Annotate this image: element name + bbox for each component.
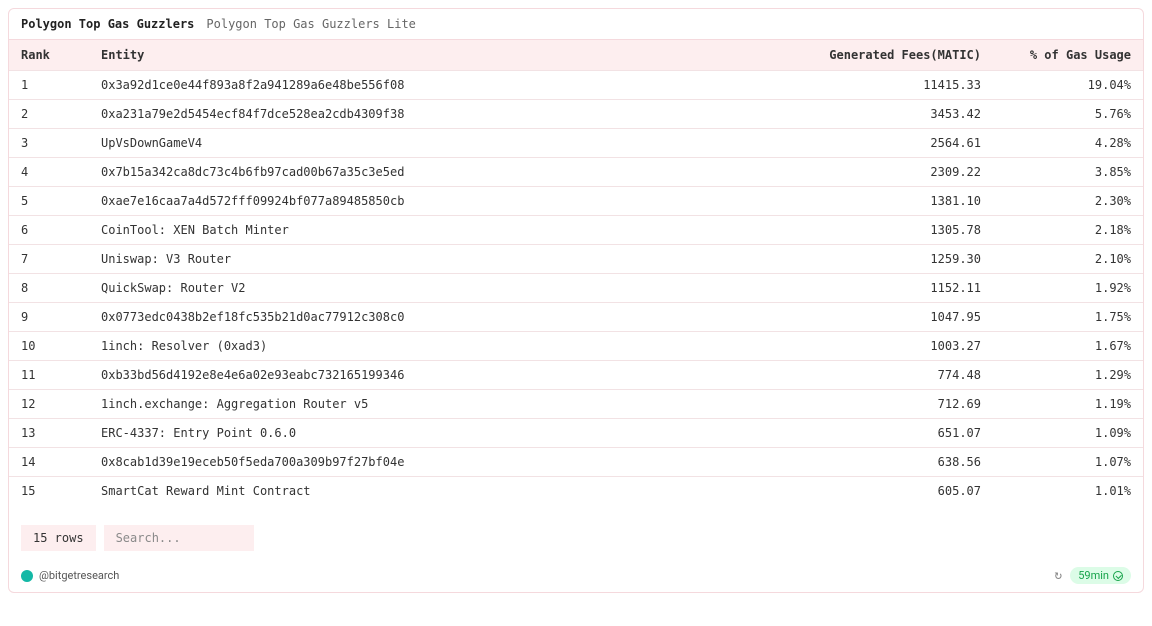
check-icon [1113, 571, 1123, 581]
cell-rank: 4 [9, 158, 89, 187]
col-header-entity[interactable]: Entity [89, 40, 793, 71]
table-row[interactable]: 3UpVsDownGameV42564.614.28% [9, 129, 1143, 158]
cell-rank: 3 [9, 129, 89, 158]
cell-entity: Uniswap: V3 Router [89, 245, 793, 274]
cell-pct: 1.75% [993, 303, 1143, 332]
cell-rank: 9 [9, 303, 89, 332]
cell-rank: 2 [9, 100, 89, 129]
attribution-handle: @bitgetresearch [39, 569, 119, 582]
cell-pct: 2.10% [993, 245, 1143, 274]
cell-fees: 2309.22 [793, 158, 993, 187]
bottom-bar: @bitgetresearch ↻ 59min [9, 561, 1143, 592]
cell-rank: 7 [9, 245, 89, 274]
right-status: ↻ 59min [1054, 567, 1131, 584]
cell-pct: 1.92% [993, 274, 1143, 303]
col-header-rank[interactable]: Rank [9, 40, 89, 71]
time-text: 59min [1078, 569, 1109, 582]
cell-entity: SmartCat Reward Mint Contract [89, 477, 793, 506]
table-row[interactable]: 101inch: Resolver (0xad3)1003.271.67% [9, 332, 1143, 361]
cell-rank: 15 [9, 477, 89, 506]
cell-fees: 2564.61 [793, 129, 993, 158]
cell-rank: 13 [9, 419, 89, 448]
cell-fees: 651.07 [793, 419, 993, 448]
cell-pct: 4.28% [993, 129, 1143, 158]
table-row[interactable]: 10x3a92d1ce0e44f893a8f2a941289a6e48be556… [9, 71, 1143, 100]
cell-pct: 5.76% [993, 100, 1143, 129]
cell-pct: 1.67% [993, 332, 1143, 361]
cell-fees: 1381.10 [793, 187, 993, 216]
cell-fees: 712.69 [793, 390, 993, 419]
cell-entity: UpVsDownGameV4 [89, 129, 793, 158]
cell-entity: 0x7b15a342ca8dc73c4b6fb97cad00b67a35c3e5… [89, 158, 793, 187]
cell-entity: 1inch: Resolver (0xad3) [89, 332, 793, 361]
cell-entity: ERC-4337: Entry Point 0.6.0 [89, 419, 793, 448]
cell-entity: 0xa231a79e2d5454ecf84f7dce528ea2cdb4309f… [89, 100, 793, 129]
refresh-icon[interactable]: ↻ [1054, 568, 1062, 583]
cell-entity: CoinTool: XEN Batch Minter [89, 216, 793, 245]
cell-fees: 3453.42 [793, 100, 993, 129]
cell-rank: 6 [9, 216, 89, 245]
table-row[interactable]: 20xa231a79e2d5454ecf84f7dce528ea2cdb4309… [9, 100, 1143, 129]
cell-entity: 0x8cab1d39e19eceb50f5eda700a309b97f27bf0… [89, 448, 793, 477]
cell-rank: 8 [9, 274, 89, 303]
cell-pct: 1.19% [993, 390, 1143, 419]
cell-fees: 1259.30 [793, 245, 993, 274]
cell-fees: 1305.78 [793, 216, 993, 245]
table-row[interactable]: 50xae7e16caa7a4d572fff09924bf077a8948585… [9, 187, 1143, 216]
col-header-pct[interactable]: % of Gas Usage [993, 40, 1143, 71]
cell-pct: 1.09% [993, 419, 1143, 448]
cell-fees: 1047.95 [793, 303, 993, 332]
cell-fees: 1152.11 [793, 274, 993, 303]
cell-rank: 5 [9, 187, 89, 216]
table-row[interactable]: 121inch.exchange: Aggregation Router v57… [9, 390, 1143, 419]
footer-controls: 15 rows Search... [9, 505, 1143, 561]
logo-icon [21, 570, 33, 582]
cell-fees: 774.48 [793, 361, 993, 390]
cell-rank: 14 [9, 448, 89, 477]
cell-rank: 10 [9, 332, 89, 361]
cell-pct: 2.18% [993, 216, 1143, 245]
table-row[interactable]: 15SmartCat Reward Mint Contract605.071.0… [9, 477, 1143, 506]
cell-rank: 12 [9, 390, 89, 419]
cell-fees: 638.56 [793, 448, 993, 477]
cell-fees: 11415.33 [793, 71, 993, 100]
table-row[interactable]: 140x8cab1d39e19eceb50f5eda700a309b97f27b… [9, 448, 1143, 477]
table-row[interactable]: 90x0773edc0438b2ef18fc535b21d0ac77912c30… [9, 303, 1143, 332]
cell-entity: QuickSwap: Router V2 [89, 274, 793, 303]
col-header-fees[interactable]: Generated Fees(MATIC) [793, 40, 993, 71]
data-table: Rank Entity Generated Fees(MATIC) % of G… [9, 40, 1143, 505]
cell-fees: 605.07 [793, 477, 993, 506]
row-count-pill[interactable]: 15 rows [21, 525, 96, 551]
table-row[interactable]: 110xb33bd56d4192e8e4e6a02e93eabc73216519… [9, 361, 1143, 390]
cell-entity: 0x0773edc0438b2ef18fc535b21d0ac77912c308… [89, 303, 793, 332]
cell-entity: 1inch.exchange: Aggregation Router v5 [89, 390, 793, 419]
cell-fees: 1003.27 [793, 332, 993, 361]
table-row[interactable]: 13ERC-4337: Entry Point 0.6.0651.071.09% [9, 419, 1143, 448]
cell-pct: 1.07% [993, 448, 1143, 477]
table-row[interactable]: 40x7b15a342ca8dc73c4b6fb97cad00b67a35c3e… [9, 158, 1143, 187]
cell-entity: 0xae7e16caa7a4d572fff09924bf077a89485850… [89, 187, 793, 216]
tabs-bar: Polygon Top Gas Guzzlers Polygon Top Gas… [9, 9, 1143, 40]
cell-pct: 2.30% [993, 187, 1143, 216]
cell-rank: 11 [9, 361, 89, 390]
attribution[interactable]: @bitgetresearch [21, 569, 119, 582]
cell-rank: 1 [9, 71, 89, 100]
cell-pct: 1.29% [993, 361, 1143, 390]
table-header-row: Rank Entity Generated Fees(MATIC) % of G… [9, 40, 1143, 71]
tab-inactive[interactable]: Polygon Top Gas Guzzlers Lite [206, 17, 416, 31]
cell-pct: 1.01% [993, 477, 1143, 506]
cell-entity: 0xb33bd56d4192e8e4e6a02e93eabc7321651993… [89, 361, 793, 390]
time-badge[interactable]: 59min [1070, 567, 1131, 584]
cell-pct: 19.04% [993, 71, 1143, 100]
search-input[interactable]: Search... [104, 525, 254, 551]
table-row[interactable]: 7Uniswap: V3 Router1259.302.10% [9, 245, 1143, 274]
table-row[interactable]: 8QuickSwap: Router V21152.111.92% [9, 274, 1143, 303]
table-row[interactable]: 6CoinTool: XEN Batch Minter1305.782.18% [9, 216, 1143, 245]
panel: Polygon Top Gas Guzzlers Polygon Top Gas… [8, 8, 1144, 593]
cell-entity: 0x3a92d1ce0e44f893a8f2a941289a6e48be556f… [89, 71, 793, 100]
tab-active[interactable]: Polygon Top Gas Guzzlers [21, 17, 194, 31]
cell-pct: 3.85% [993, 158, 1143, 187]
table-wrapper: Rank Entity Generated Fees(MATIC) % of G… [9, 40, 1143, 505]
